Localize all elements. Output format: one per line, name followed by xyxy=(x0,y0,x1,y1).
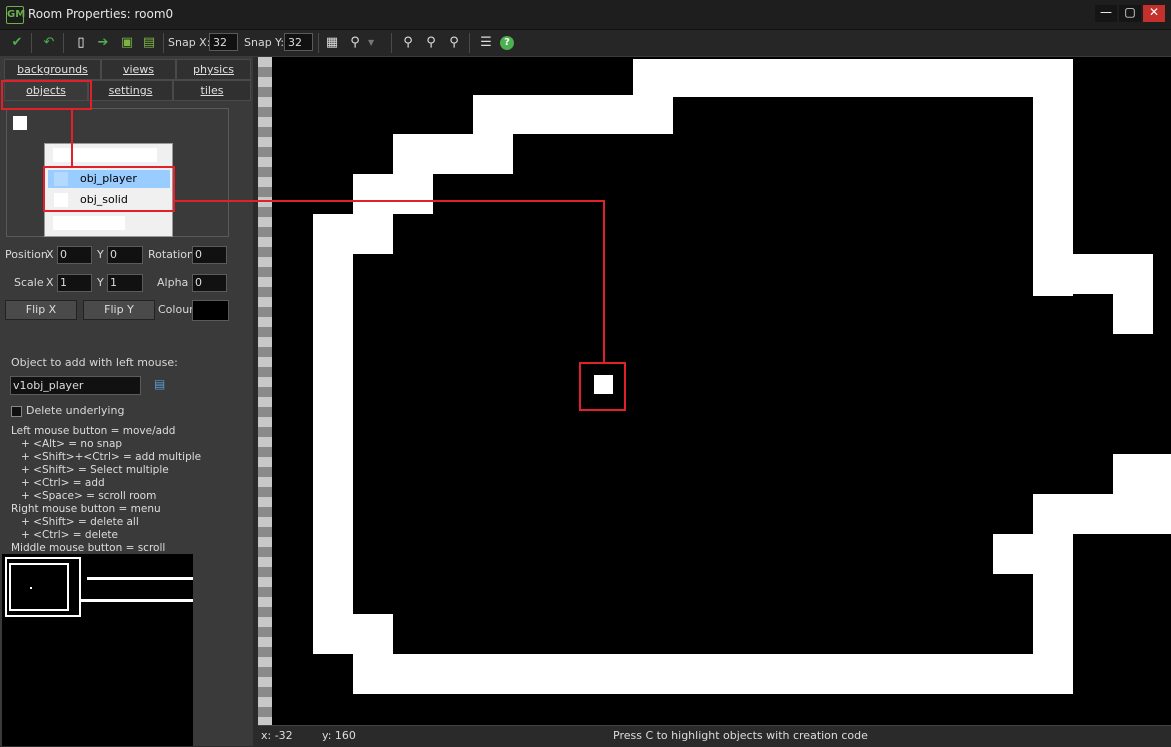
minimap-gutter xyxy=(193,554,253,746)
room-canvas[interactable] xyxy=(272,57,1171,725)
object-icon xyxy=(54,172,68,186)
position-label: Position xyxy=(5,248,48,261)
magnify-dropdown-icon[interactable]: ⚲ xyxy=(346,34,364,52)
position-x-input[interactable]: 0 xyxy=(57,246,92,264)
dropdown-placeholder-row xyxy=(53,148,157,162)
mouse-help-text: Left mouse button = move/add + <Alt> = n… xyxy=(11,425,202,554)
scale-label: Scale xyxy=(14,276,44,289)
room-minimap[interactable] xyxy=(2,554,253,746)
solid-wall xyxy=(353,174,433,214)
rotation-label: Rotation xyxy=(148,248,195,261)
position-y-input[interactable]: 0 xyxy=(107,246,143,264)
undo-icon[interactable]: ↶ xyxy=(40,34,58,52)
ok-checkmark-icon[interactable]: ✔ xyxy=(8,34,26,52)
minimize-button[interactable]: — xyxy=(1095,5,1117,22)
solid-wall xyxy=(473,95,673,134)
toolbar-separator xyxy=(318,33,319,53)
maximize-button[interactable]: ▢ xyxy=(1119,5,1141,22)
tab-settings[interactable]: settings xyxy=(88,80,173,101)
grid-icon[interactable]: ▦ xyxy=(323,34,341,52)
dropdown-item-obj-player[interactable]: obj_player xyxy=(48,170,170,188)
solid-wall xyxy=(393,134,513,174)
object-menu-icon[interactable]: ▤ xyxy=(154,378,167,391)
tab-tiles[interactable]: tiles xyxy=(173,80,251,101)
solid-wall xyxy=(1113,454,1171,494)
flip-y-button[interactable]: Flip Y xyxy=(83,300,155,320)
delete-underlying-checkbox[interactable] xyxy=(11,406,22,417)
zoom-out-icon[interactable]: ⚲ xyxy=(399,34,417,52)
room-ruler xyxy=(258,57,272,725)
object-sprite-preview xyxy=(13,116,27,130)
solid-wall xyxy=(313,214,353,654)
help-icon[interactable]: ? xyxy=(500,36,514,50)
scale-x-input[interactable]: 1 xyxy=(57,274,92,292)
toolbar-separator xyxy=(31,33,32,53)
minimap-drawing xyxy=(5,557,193,617)
close-button[interactable]: ✕ xyxy=(1143,5,1165,22)
unlock-icon[interactable]: ▤ xyxy=(140,34,158,52)
object-to-add-input[interactable]: v1obj_player xyxy=(10,376,141,395)
new-document-icon[interactable]: ▯ xyxy=(72,34,90,52)
delete-underlying-label: Delete underlying xyxy=(26,404,125,417)
tab-backgrounds[interactable]: backgrounds xyxy=(4,59,101,80)
app-icon: GM xyxy=(6,6,25,24)
lock-icon[interactable]: ▣ xyxy=(118,34,136,52)
list-icon[interactable]: ☰ xyxy=(477,34,495,52)
toolbar-separator xyxy=(63,33,64,53)
title-bar: GM Room Properties: room0 — ▢ ✕ xyxy=(0,0,1171,30)
status-x-coordinate: x: -32 xyxy=(261,729,293,742)
solid-wall xyxy=(1033,494,1171,534)
scale-x-label: X xyxy=(46,276,54,289)
status-message: Press C to highlight objects with creati… xyxy=(613,729,868,742)
toolbar-separator xyxy=(163,33,164,53)
snap-y-input[interactable]: 32 xyxy=(284,33,313,51)
status-bar: x: -32 y: 160 Press C to highlight objec… xyxy=(258,725,1171,747)
dropdown-item-label: obj_player xyxy=(80,172,137,185)
zoom-reset-icon[interactable]: ⚲ xyxy=(422,34,440,52)
snap-x-input[interactable]: 32 xyxy=(209,33,238,51)
shift-arrow-icon[interactable]: ➔ xyxy=(94,34,112,52)
alpha-label: Alpha xyxy=(157,276,189,289)
flip-x-button[interactable]: Flip X xyxy=(5,300,77,320)
tab-views[interactable]: views xyxy=(101,59,176,80)
object-dropdown-menu: obj_player obj_solid xyxy=(44,143,173,237)
toolbar-separator xyxy=(391,33,392,53)
toolbar: ✔ ↶ ▯ ➔ ▣ ▤ Snap X: 32 Snap Y: 32 ▦ ⚲ ▼ … xyxy=(0,30,1171,57)
position-y-label: Y xyxy=(97,248,104,261)
player-instance[interactable] xyxy=(594,375,613,394)
object-icon xyxy=(54,193,68,207)
status-y-coordinate: y: 160 xyxy=(322,729,356,742)
colour-swatch[interactable] xyxy=(192,300,229,321)
dropdown-item-obj-solid[interactable]: obj_solid xyxy=(48,191,170,209)
snap-y-label: Snap Y: xyxy=(244,36,285,49)
dropdown-placeholder-row xyxy=(53,216,125,230)
colour-label: Colour xyxy=(158,303,194,316)
zoom-in-icon[interactable]: ⚲ xyxy=(445,34,463,52)
scale-y-input[interactable]: 1 xyxy=(107,274,143,292)
dropdown-item-label: obj_solid xyxy=(80,193,128,206)
chevron-down-icon[interactable]: ▼ xyxy=(368,38,374,47)
solid-wall xyxy=(313,614,393,654)
window-title: Room Properties: room0 xyxy=(28,7,174,21)
object-to-add-label: Object to add with left mouse: xyxy=(11,356,178,369)
solid-wall xyxy=(353,654,1073,694)
solid-wall xyxy=(633,59,1073,97)
rotation-input[interactable]: 0 xyxy=(192,246,227,264)
tab-physics[interactable]: physics xyxy=(176,59,251,80)
solid-wall xyxy=(1033,534,1073,694)
scale-y-label: Y xyxy=(97,276,104,289)
solid-wall xyxy=(1113,254,1153,334)
alpha-input[interactable]: 0 xyxy=(192,274,227,292)
left-panel: backgrounds views physics objects settin… xyxy=(0,57,253,746)
snap-x-label: Snap X: xyxy=(168,36,211,49)
toolbar-separator xyxy=(469,33,470,53)
position-x-label: X xyxy=(46,248,54,261)
tab-objects[interactable]: objects xyxy=(4,80,88,101)
